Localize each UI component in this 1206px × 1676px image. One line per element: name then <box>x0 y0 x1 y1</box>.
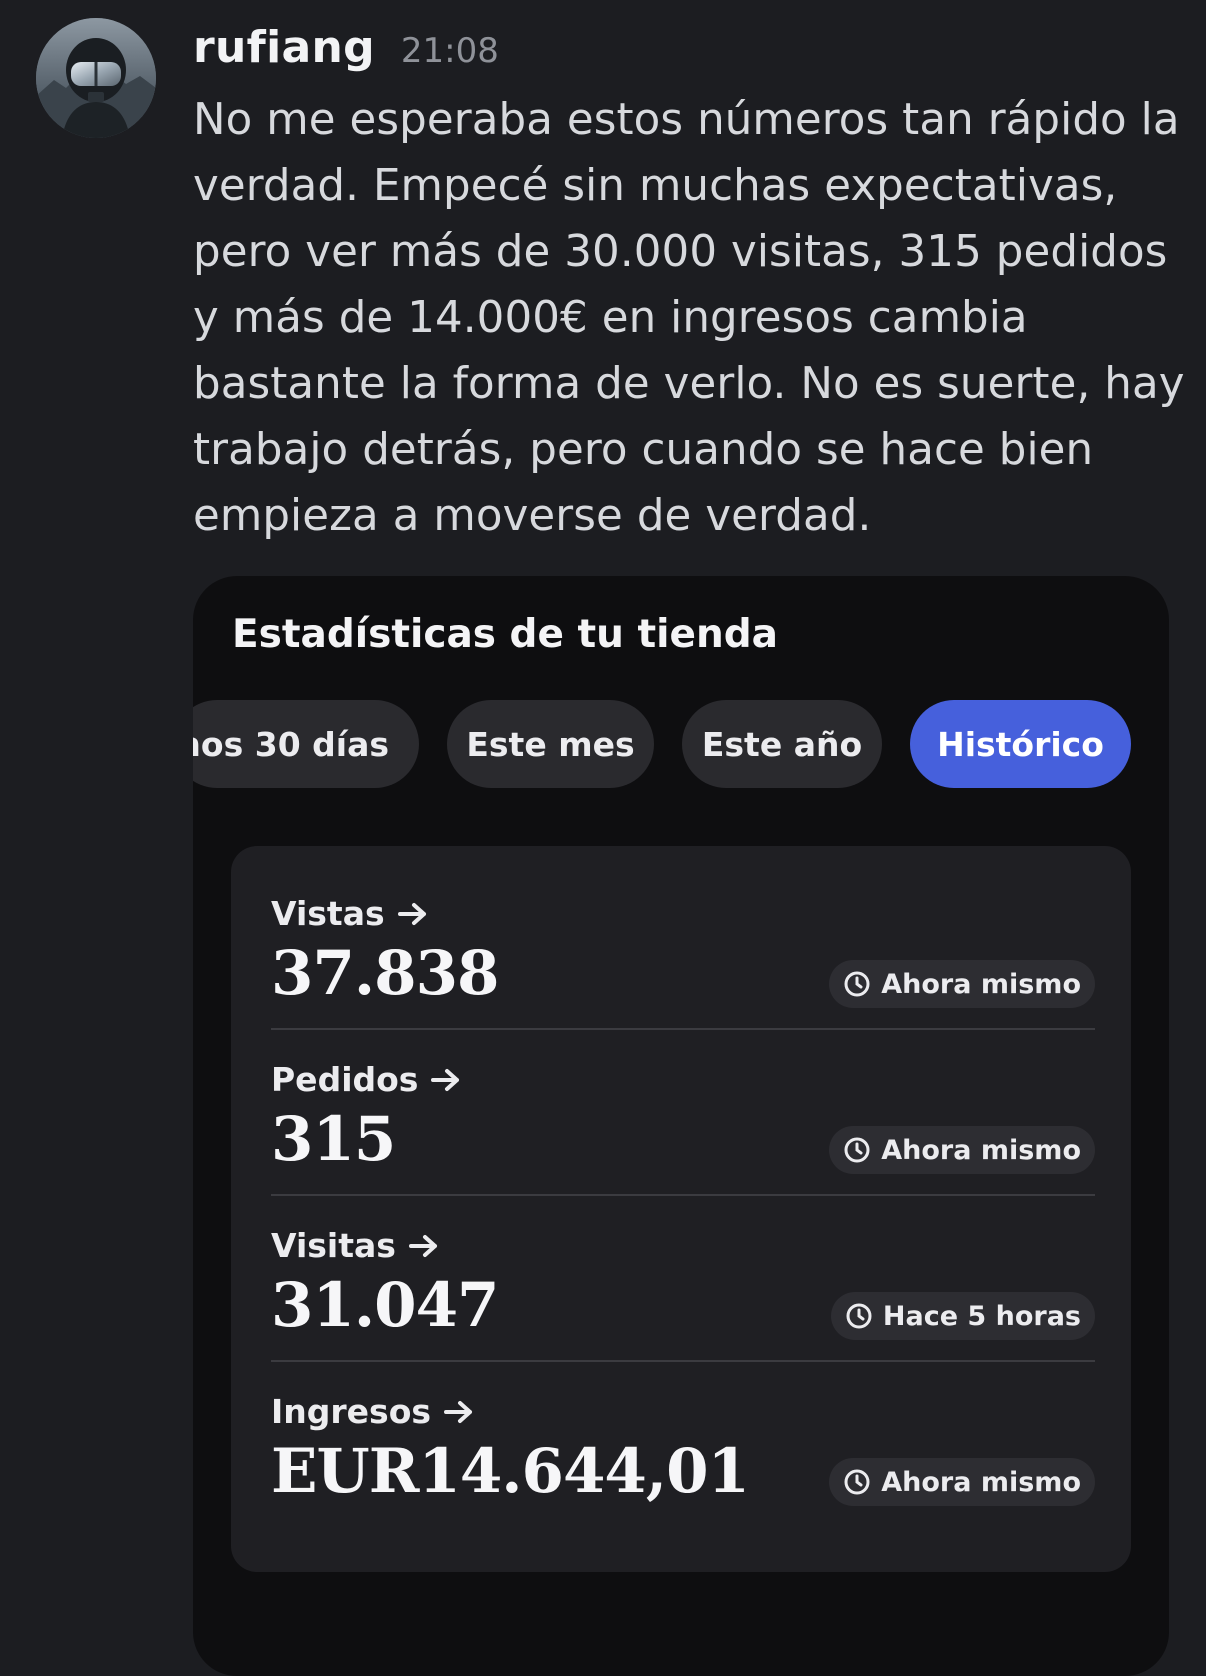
stat-label-text: Visitas <box>271 1226 396 1265</box>
tab-label: Este año <box>701 724 863 764</box>
stat-value: EUR14.644,01 <box>271 1436 750 1507</box>
arrow-right-icon <box>444 1400 473 1423</box>
attached-image[interactable]: Estadísticas de tu tienda mos 30 días Es… <box>193 576 1169 1676</box>
stat-value: 315 <box>271 1104 396 1175</box>
username[interactable]: rufiang <box>193 22 375 73</box>
stat-label-text: Ingresos <box>271 1392 432 1431</box>
stat-label-text: Pedidos <box>271 1060 419 1099</box>
updated-text: Ahora mismo <box>881 1466 1081 1498</box>
message-header: rufiang 21:08 <box>193 22 499 92</box>
stat-orders[interactable]: Pedidos 315 Ahora mismo <box>271 1060 1095 1234</box>
message-line: empieza a moverse de verdad. <box>193 491 872 541</box>
stat-value: 37.838 <box>271 938 499 1009</box>
avatar-image <box>36 18 156 138</box>
tab-this-year[interactable]: Este año <box>682 700 882 788</box>
clock-icon <box>844 1137 870 1163</box>
stat-revenue[interactable]: Ingresos EUR14.644,01 Ahora mismo <box>271 1392 1095 1566</box>
message-line: bastante la forma de verlo. No es suerte… <box>193 359 1185 409</box>
stat-label: Vistas <box>271 894 429 933</box>
user-avatar[interactable] <box>36 18 156 138</box>
updated-badge: Ahora mismo <box>829 960 1095 1008</box>
clock-icon <box>846 1303 872 1329</box>
clock-icon <box>844 1469 870 1495</box>
updated-text: Ahora mismo <box>881 968 1081 1000</box>
clock-icon <box>844 971 870 997</box>
stat-views[interactable]: Vistas 37.838 Ahora mismo <box>271 894 1095 1068</box>
message-timestamp: 21:08 <box>400 31 499 71</box>
updated-text: Hace 5 horas <box>882 1300 1081 1332</box>
arrow-right-icon <box>431 1068 460 1091</box>
tab-this-month[interactable]: Este mes <box>447 700 654 788</box>
stat-label-text: Vistas <box>271 894 385 933</box>
stats-card: Vistas 37.838 Ahora mismo Pedidos 315 Ah… <box>231 846 1131 1572</box>
stat-label: Ingresos <box>271 1392 475 1431</box>
tab-label: Histórico <box>937 724 1104 764</box>
arrow-right-icon <box>408 1234 437 1257</box>
divider <box>271 1028 1095 1030</box>
stat-visits[interactable]: Visitas 31.047 Hace 5 horas <box>271 1226 1095 1400</box>
stat-label: Visitas <box>271 1226 440 1265</box>
message-line: trabajo detrás, pero cuando se hace bien <box>193 425 1094 475</box>
message-text: No me esperaba estos números tan rápido … <box>193 87 1185 549</box>
message-line: verdad. Empecé sin muchas expectativas, <box>193 161 1118 211</box>
updated-badge: Ahora mismo <box>829 1458 1095 1506</box>
stat-value: 31.047 <box>271 1270 499 1341</box>
divider <box>271 1360 1095 1362</box>
tab-historic[interactable]: Histórico <box>910 700 1131 788</box>
tab-label: mos 30 días <box>193 724 389 764</box>
divider <box>271 1194 1095 1196</box>
updated-text: Ahora mismo <box>881 1134 1081 1166</box>
message-line: No me esperaba estos números tan rápido … <box>193 95 1180 145</box>
message-line: y más de 14.000€ en ingresos cambia <box>193 293 1028 343</box>
tab-last-30-days[interactable]: mos 30 días <box>193 700 419 788</box>
message-line: pero ver más de 30.000 visitas, 315 pedi… <box>193 227 1168 277</box>
arrow-right-icon <box>397 902 426 925</box>
store-stats-title: Estadísticas de tu tienda <box>232 612 778 657</box>
updated-badge: Ahora mismo <box>829 1126 1095 1174</box>
updated-badge: Hace 5 horas <box>830 1292 1095 1340</box>
stat-label: Pedidos <box>271 1060 462 1099</box>
tab-label: Este mes <box>466 724 635 764</box>
